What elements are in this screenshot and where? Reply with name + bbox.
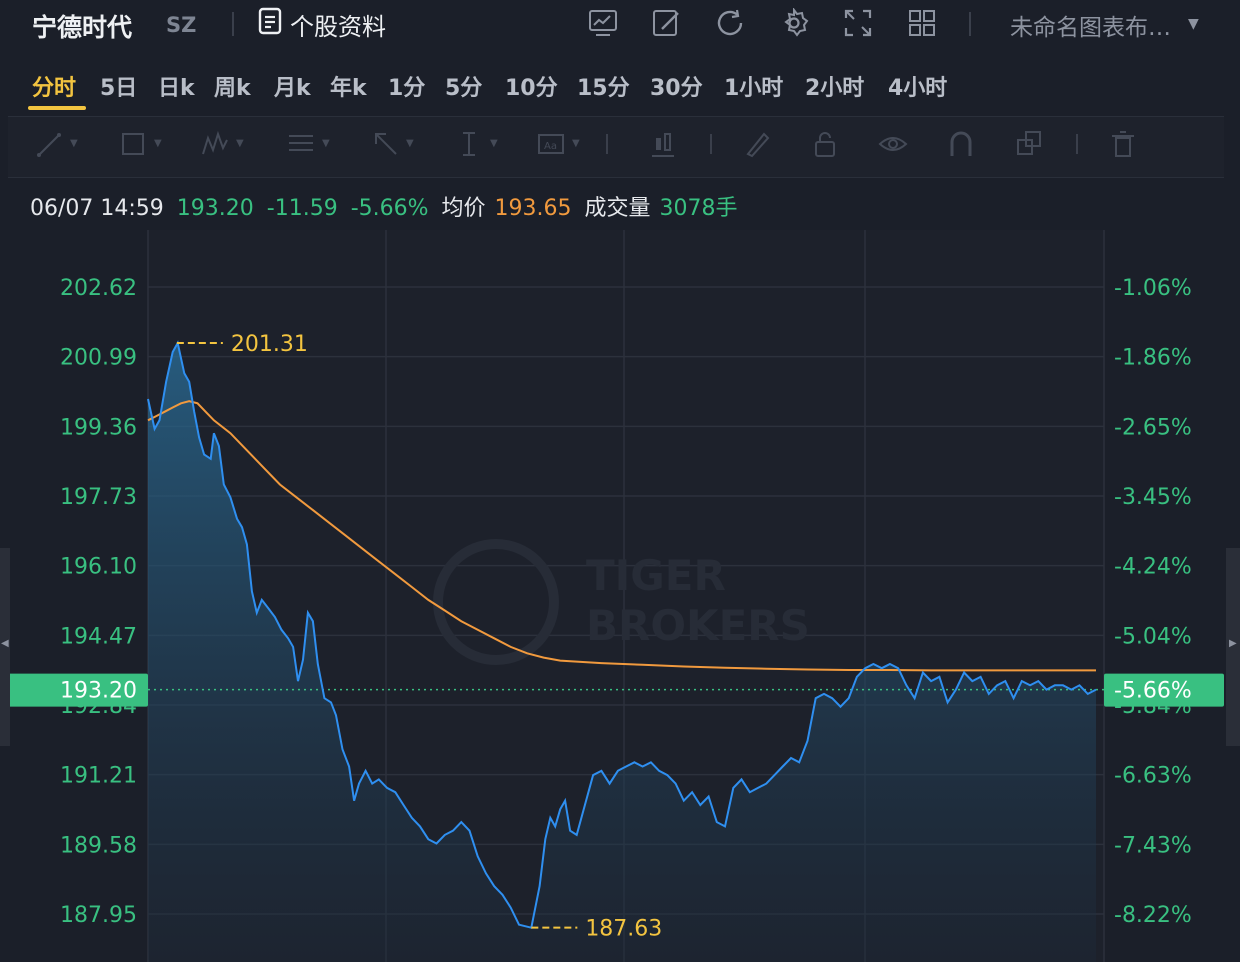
refresh-icon[interactable] <box>715 8 745 38</box>
quote-change-pct: -5.66% <box>350 196 429 221</box>
y-tick-label: 197.73 <box>60 485 137 510</box>
active-period-underline <box>28 106 86 110</box>
top-bar: 宁德时代 SZ 个股资料 未命名图表布… ▼ <box>0 0 1240 50</box>
divider <box>232 12 234 36</box>
right-panel-handle[interactable]: ▶ <box>1226 548 1240 746</box>
volume-value: 3078手 <box>659 196 738 221</box>
period-tab[interactable]: 15分 <box>577 70 630 102</box>
text-cursor-icon[interactable] <box>454 128 484 160</box>
pct-tick-label: -1.86% <box>1114 346 1192 371</box>
magnet-icon[interactable] <box>946 128 976 160</box>
settings-gear-icon[interactable] <box>779 7 809 38</box>
layers-icon[interactable] <box>1014 128 1044 160</box>
fullscreen-icon[interactable] <box>843 8 873 38</box>
edit-icon[interactable] <box>652 8 682 38</box>
stock-profile-button[interactable]: 个股资料 <box>258 7 386 41</box>
stock-profile-label: 个股资料 <box>290 12 386 41</box>
chevron-down-icon[interactable]: ▼ <box>1188 16 1199 32</box>
period-tab[interactable]: 30分 <box>650 70 703 102</box>
text-label-icon[interactable]: Aa <box>536 128 566 160</box>
quote-price: 193.20 <box>176 196 254 221</box>
pct-tick-label: -7.43% <box>1114 833 1192 858</box>
pct-tick-label: -3.45% <box>1114 485 1192 510</box>
chevron-left-icon: ◀ <box>1 638 9 649</box>
pct-tick-label: -2.65% <box>1114 415 1192 440</box>
y-tick-label: 200.99 <box>60 346 137 371</box>
period-tab[interactable]: 4小时 <box>888 70 947 102</box>
arrow-icon[interactable] <box>370 128 400 160</box>
quote-info-line: 06/07 14:59 193.20 -11.59 -5.66% 均价 193.… <box>30 190 744 222</box>
lock-icon[interactable] <box>810 128 840 160</box>
divider <box>1076 134 1078 154</box>
svg-text:Aa: Aa <box>544 141 557 152</box>
y-tick-label: 196.10 <box>60 555 137 580</box>
candle-icon[interactable] <box>648 128 678 160</box>
low-marker-label: 187.63 <box>585 917 662 942</box>
period-tab[interactable]: 月k <box>274 70 311 102</box>
current-pct-badge-label: -5.66% <box>1114 679 1192 704</box>
period-tab[interactable]: 日k <box>158 70 195 102</box>
y-tick-label: 191.21 <box>60 764 137 789</box>
pct-tick-label: -4.24% <box>1114 555 1192 580</box>
watermark-text: TIGER <box>586 551 726 600</box>
rectangle-icon[interactable] <box>118 128 148 160</box>
chevron-down-icon[interactable]: ▼ <box>70 138 82 170</box>
document-icon <box>258 7 282 41</box>
current-price-badge-label: 193.20 <box>60 679 137 704</box>
divider <box>710 134 712 154</box>
watermark-text: BROKERS <box>586 601 810 650</box>
intraday-chart[interactable]: TIGERBROKERS 201.31 187.63 202.62 -1.06% 200.… <box>0 230 1240 962</box>
left-panel-handle[interactable]: ◀ <box>0 548 10 746</box>
pct-tick-label: -8.22% <box>1114 903 1192 928</box>
chevron-right-icon: ▶ <box>1229 638 1237 649</box>
period-tab[interactable]: 1分 <box>388 70 425 102</box>
period-tab[interactable]: 10分 <box>505 70 558 102</box>
divider <box>606 134 608 154</box>
period-tab[interactable]: 分时 <box>32 70 76 102</box>
y-tick-label: 189.58 <box>60 833 137 858</box>
period-tab[interactable]: 5分 <box>445 70 482 102</box>
pattern-icon[interactable] <box>200 128 230 160</box>
chevron-down-icon[interactable]: ▼ <box>572 138 584 170</box>
chevron-down-icon[interactable]: ▼ <box>322 138 334 170</box>
y-tick-label: 199.36 <box>60 415 137 440</box>
y-tick-label: 202.62 <box>60 276 137 301</box>
y-tick-label: 187.95 <box>60 903 137 928</box>
chevron-down-icon[interactable]: ▼ <box>236 138 248 170</box>
volume-label: 成交量 <box>584 196 651 221</box>
quote-datetime: 06/07 14:59 <box>30 196 164 221</box>
market-code: SZ <box>166 13 197 37</box>
period-tab[interactable]: 5日 <box>100 70 137 102</box>
chevron-down-icon[interactable]: ▼ <box>406 138 418 170</box>
period-tab[interactable]: 1小时 <box>724 70 783 102</box>
eye-icon[interactable] <box>878 128 908 160</box>
avg-price-label: 均价 <box>441 196 486 221</box>
period-tab[interactable]: 年k <box>330 70 367 102</box>
layout-select[interactable]: 未命名图表布… <box>1010 8 1171 42</box>
chevron-down-icon[interactable]: ▼ <box>490 138 502 170</box>
stock-name: 宁德时代 <box>32 13 133 42</box>
pct-tick-label: -6.63% <box>1114 764 1192 789</box>
avg-price-value: 193.65 <box>494 196 572 221</box>
divider <box>969 12 971 36</box>
trash-icon[interactable] <box>1108 128 1138 160</box>
chevron-down-icon[interactable]: ▼ <box>154 138 166 170</box>
indicator-chart-icon[interactable] <box>588 8 618 38</box>
period-tabs: 分时 5日 日k 周k 月k 年k 1分 5分 10分 15分 30分 1小时 2小时 4小时 <box>0 58 1240 112</box>
pct-tick-label: -1.06% <box>1114 276 1192 301</box>
brush-icon[interactable] <box>742 128 772 160</box>
pct-tick-label: -5.04% <box>1114 624 1192 649</box>
high-marker-label: 201.31 <box>231 332 308 357</box>
fib-lines-icon[interactable] <box>286 128 316 160</box>
quote-change: -11.59 <box>266 196 338 221</box>
trendline-icon[interactable] <box>34 128 64 160</box>
y-tick-label: 194.47 <box>60 624 137 649</box>
period-tab[interactable]: 2小时 <box>805 70 864 102</box>
period-tab[interactable]: 周k <box>214 70 251 102</box>
grid-layout-icon[interactable] <box>907 8 937 38</box>
